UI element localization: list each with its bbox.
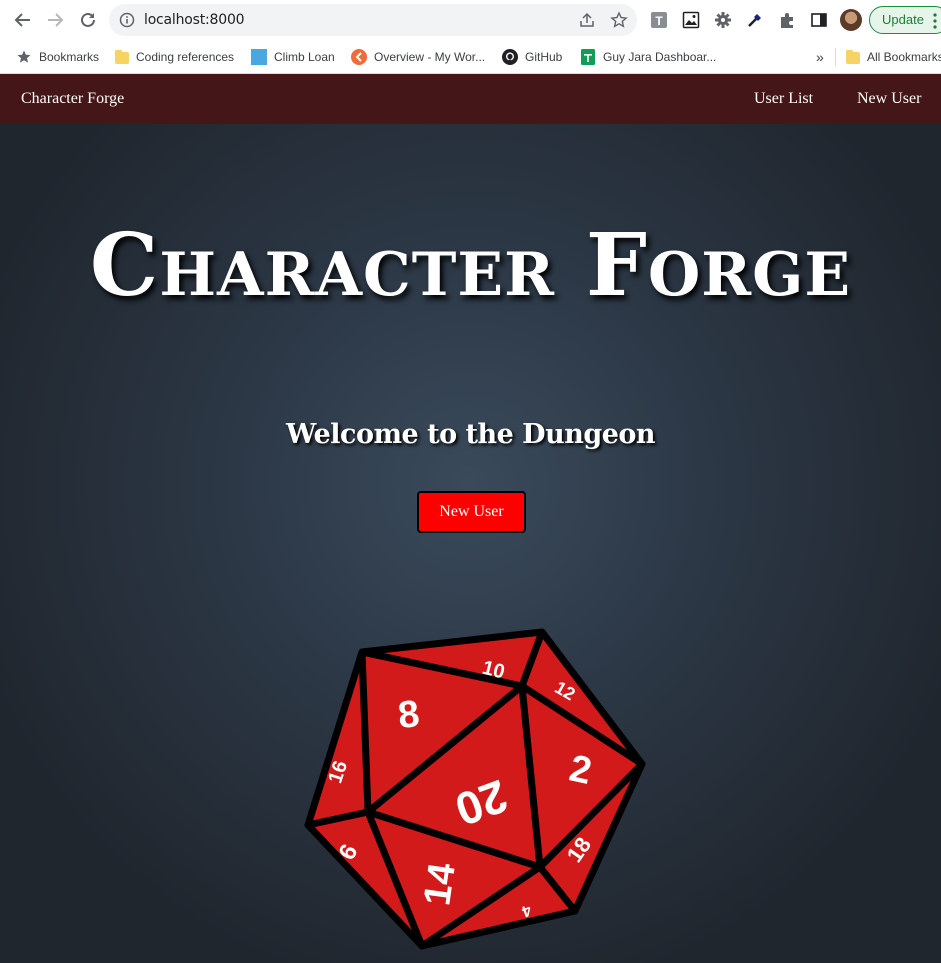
bookmark-dashboard[interactable]: Guy Jara Dashboar...	[580, 47, 716, 67]
blue-square-icon	[251, 49, 267, 65]
green-sheet-icon	[581, 49, 595, 65]
site-info-icon[interactable]	[117, 10, 137, 30]
url-text[interactable]: localhost:8000	[144, 12, 245, 28]
share-icon[interactable]	[577, 10, 597, 30]
dice-number: 14	[416, 860, 463, 908]
bookmark-bookmarks[interactable]: Bookmarks	[16, 47, 99, 67]
bookmark-github[interactable]: GitHub	[502, 47, 562, 67]
browser-toolbar: localhost:8000 T Update	[0, 0, 941, 40]
d20-dice-icon: 10 12 8 20 2 16 6 14 18 4	[304, 628, 646, 950]
bookmarks-overflow-button[interactable]: »	[816, 47, 824, 67]
orange-logo-icon	[351, 49, 367, 65]
navbar-brand[interactable]: Character Forge	[21, 90, 124, 108]
dice-number: 8	[396, 693, 421, 737]
nav-link-new-user[interactable]: New User	[857, 90, 921, 108]
bookmark-label: Coding references	[136, 50, 235, 64]
nav-link-user-list[interactable]: User List	[754, 90, 813, 108]
star-icon	[17, 50, 31, 63]
bookmark-label: GitHub	[525, 50, 563, 64]
image-extension-icon[interactable]	[680, 9, 702, 31]
bookmarks-bar: Bookmarks Coding references Climb Loan O…	[0, 40, 941, 74]
bookmark-overview[interactable]: Overview - My Wor...	[351, 47, 485, 67]
welcome-heading: Welcome to the Dungeon	[285, 419, 656, 450]
bookmark-all-bookmarks[interactable]: All Bookmarks	[846, 47, 941, 67]
github-icon	[502, 49, 518, 65]
text-extension-icon[interactable]: T	[648, 9, 670, 31]
side-panel-icon[interactable]	[808, 9, 830, 31]
gear-extension-icon[interactable]	[712, 9, 734, 31]
address-bar[interactable]: localhost:8000	[109, 4, 637, 36]
hero-title: Character Forge	[89, 215, 852, 316]
extensions-puzzle-icon[interactable]	[776, 9, 798, 31]
forward-arrow-icon[interactable]	[43, 8, 67, 32]
bookmark-label: Climb Loan	[274, 50, 335, 64]
update-button[interactable]: Update	[869, 6, 941, 34]
svg-text:T: T	[655, 14, 663, 28]
bookmark-climb-loan[interactable]: Climb Loan	[251, 47, 335, 67]
overflow-chevron-icon: »	[816, 49, 824, 65]
new-user-button[interactable]: New User	[417, 491, 526, 533]
back-arrow-icon[interactable]	[11, 8, 35, 32]
update-label: Update	[882, 12, 924, 27]
site-navbar: Character Forge User List New User	[0, 74, 941, 124]
bookmark-label: Bookmarks	[39, 50, 100, 64]
reload-icon[interactable]	[76, 8, 100, 32]
star-bookmark-icon[interactable]	[609, 10, 629, 30]
hero-section: Character Forge Welcome to the Dungeon N…	[0, 124, 941, 963]
bookmark-label: Overview - My Wor...	[374, 50, 486, 64]
bookmark-coding-references[interactable]: Coding references	[115, 47, 234, 67]
bookmarks-divider	[835, 48, 836, 66]
folder-icon	[846, 50, 860, 64]
bookmark-label: All Bookmarks	[867, 50, 941, 64]
bookmark-label: Guy Jara Dashboar...	[603, 50, 717, 64]
eyedropper-icon[interactable]	[744, 9, 766, 31]
page-viewport: Character Forge User List New User Chara…	[0, 74, 941, 963]
more-menu-icon[interactable]	[933, 13, 937, 29]
folder-icon	[115, 50, 129, 64]
profile-avatar[interactable]	[840, 9, 862, 31]
